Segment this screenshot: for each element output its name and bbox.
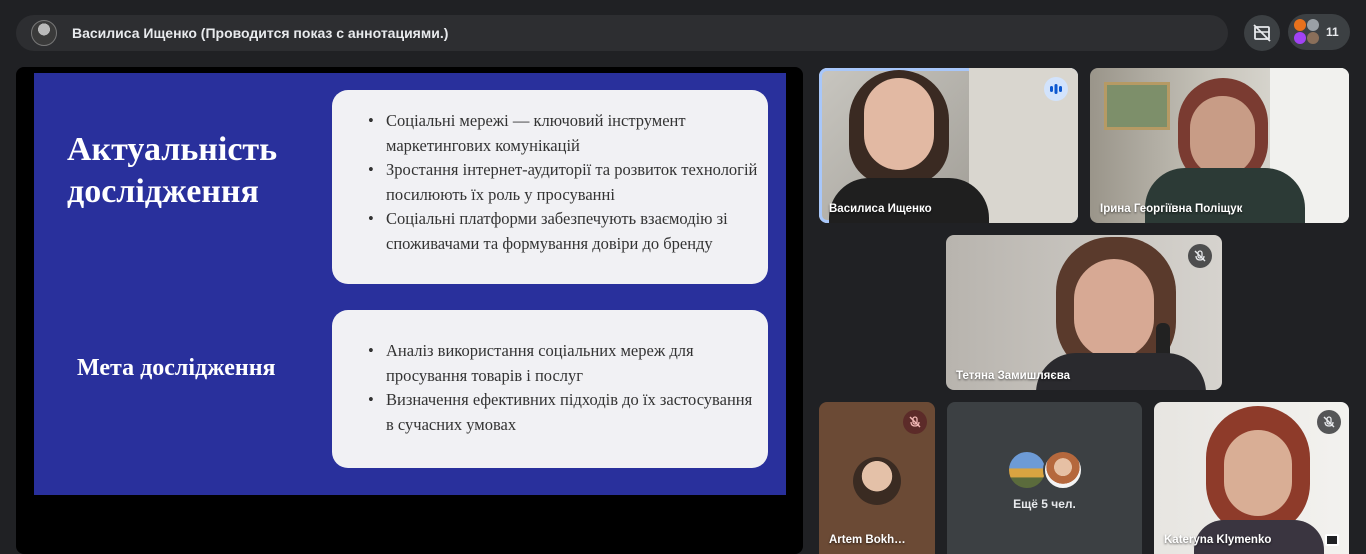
others-count-label: Ещё 5 чел. bbox=[1013, 497, 1076, 511]
goal-bullets: Аналіз використання соціальних мереж для… bbox=[368, 339, 760, 437]
audio-level-icon bbox=[1050, 84, 1062, 94]
participant-name: Kateryna Klymenko bbox=[1164, 534, 1272, 546]
others-tile[interactable]: Ещё 5 чел. bbox=[947, 402, 1142, 554]
bullet-item: Соціальні мережі — ключовий інструмент м… bbox=[368, 109, 760, 158]
muted-indicator bbox=[1188, 244, 1212, 268]
slide: Актуальність дослідження Соціальні мереж… bbox=[34, 73, 786, 495]
slide-card-goal: Аналіз використання соціальних мереж для… bbox=[332, 310, 768, 468]
participants-avatars bbox=[1294, 19, 1320, 45]
bullet-item: Соціальні платформи забезпечують взаємод… bbox=[368, 207, 760, 256]
presentation-title: Василиса Ищенко (Проводится показ с анно… bbox=[72, 25, 449, 41]
participant-video bbox=[819, 68, 1078, 223]
muted-indicator bbox=[903, 410, 927, 434]
participant-tile-iryna[interactable]: Ірина Георгіївна Поліщук bbox=[1090, 68, 1349, 223]
mic-off-icon bbox=[1323, 416, 1335, 428]
mic-off-icon bbox=[1194, 250, 1206, 262]
presentation-stage[interactable]: Актуальність дослідження Соціальні мереж… bbox=[16, 67, 803, 554]
muted-indicator bbox=[1317, 410, 1341, 434]
participant-tile-vasylysa[interactable]: Василиса Ищенко bbox=[819, 68, 1078, 223]
participant-name: Ірина Георгіївна Поліщук bbox=[1100, 203, 1243, 215]
participant-avatar bbox=[1043, 450, 1083, 490]
participant-video bbox=[1090, 68, 1349, 223]
hide-self-view-button[interactable] bbox=[1244, 15, 1280, 51]
participants-count: 11 bbox=[1326, 25, 1339, 39]
relevance-bullets: Соціальні мережі — ключовий інструмент м… bbox=[368, 109, 760, 256]
participants-button[interactable]: 11 bbox=[1288, 14, 1350, 50]
participant-avatar bbox=[1007, 450, 1047, 490]
participant-name: Artem Bokh… bbox=[829, 534, 906, 546]
bullet-item: Визначення ефективних підходів до їх зас… bbox=[368, 388, 760, 437]
participant-avatar bbox=[853, 457, 901, 505]
mic-off-icon bbox=[909, 416, 921, 428]
slide-heading-relevance: Актуальність дослідження bbox=[67, 131, 278, 210]
speaking-indicator bbox=[1044, 77, 1068, 101]
participant-tile-tetiana[interactable]: Тетяна Замишляєва bbox=[946, 235, 1222, 390]
participant-name: Тетяна Замишляєва bbox=[956, 370, 1071, 382]
participant-tile-artem[interactable]: Artem Bokh… bbox=[819, 402, 935, 554]
presentation-banner: Василиса Ищенко (Проводится показ с анно… bbox=[16, 15, 1228, 51]
slide-heading-goal: Мета дослідження bbox=[77, 355, 276, 381]
participant-name: Василиса Ищенко bbox=[829, 203, 932, 215]
participant-video bbox=[946, 235, 1222, 390]
participant-tile-kateryna[interactable]: Kateryna Klymenko bbox=[1154, 402, 1349, 554]
slide-card-relevance: Соціальні мережі — ключовий інструмент м… bbox=[332, 90, 768, 284]
presenter-avatar bbox=[31, 20, 57, 46]
bullet-item: Аналіз використання соціальних мереж для… bbox=[368, 339, 760, 388]
bullet-item: Зростання інтернет-аудиторії та розвиток… bbox=[368, 158, 760, 207]
camera-off-icon bbox=[1253, 24, 1271, 42]
fullscreen-icon[interactable] bbox=[1325, 534, 1339, 546]
